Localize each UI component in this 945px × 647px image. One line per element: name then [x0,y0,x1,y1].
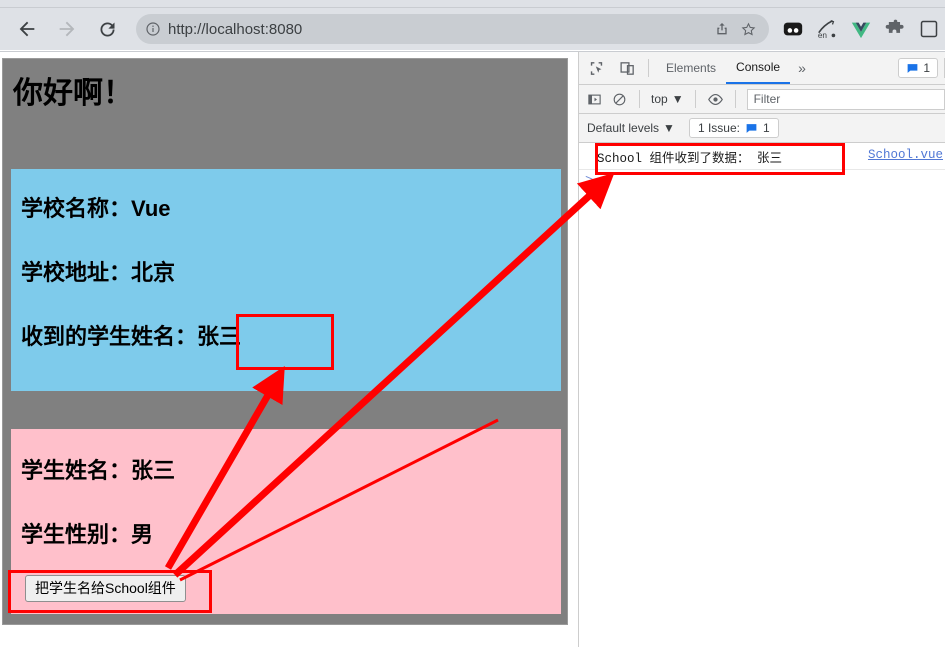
student-component-panel: 学生姓名：张三 学生性别：男 把学生名给School组件 [11,429,561,614]
inspect-element-icon[interactable] [582,54,610,82]
tab-elements[interactable]: Elements [656,52,726,84]
issue-message-icon [907,63,918,73]
school-received-name-value: 张三 [197,324,242,350]
console-output[interactable]: School 组件收到了数据： 张三 School.vue > [579,143,945,647]
app-container: 你好啊！ 学校名称：Vue 学校地址：北京 收到的学生姓名：张三 学生姓名：张三… [2,58,568,625]
forward-button[interactable] [50,12,84,46]
chevron-down-icon: ▼ [671,92,684,106]
reload-button[interactable] [90,12,124,46]
issue-message-icon [746,123,757,133]
school-received-name-row: 收到的学生姓名：张三 [11,285,561,349]
site-info-icon[interactable] [140,16,166,42]
live-expression-eye-icon[interactable] [703,87,728,112]
student-name-row: 学生姓名：张三 [21,458,176,483]
issues-summary-count: 1 [762,121,770,135]
svg-text:en: en [818,31,828,40]
reload-icon [100,21,114,36]
issues-chip-count: 1 [923,61,930,75]
console-prompt[interactable]: > [579,170,945,192]
console-prompt-caret: > [585,173,594,189]
console-sidebar-icon[interactable] [582,87,607,112]
extension-icons: en [775,8,945,50]
console-log-text: School 组件收到了数据： 张三 [597,151,783,166]
share-icon[interactable] [709,16,735,42]
vue-devtools-icon[interactable] [845,13,877,45]
forward-arrow-icon [59,21,75,37]
address-bar[interactable]: http://localhost:8080 [136,14,769,44]
translate-extension-icon[interactable]: en [811,13,843,45]
student-gender-row: 学生性别：男 [21,522,154,548]
console-toolbar-divider-2 [694,90,696,108]
devtools-panel: Elements Console » 1 top ▼ Filter Defaul… [578,51,945,647]
issues-summary-button[interactable]: 1 Issue: 1 [688,118,779,138]
device-toolbar-icon[interactable] [613,54,641,82]
send-student-name-button[interactable]: 把学生名给School组件 [25,575,186,603]
screenshot-root: http://localhost:8080 en 你好啊！ 学校名称：Vue 学… [0,0,945,647]
page-viewport: 你好啊！ 学校名称：Vue 学校地址：北京 收到的学生姓名：张三 学生姓名：张三… [0,51,578,647]
browser-toolbar: http://localhost:8080 en [0,8,945,50]
page-title: 你好啊！ [13,77,133,110]
console-log-entry[interactable]: School 组件收到了数据： 张三 School.vue [579,143,945,170]
tab-console[interactable]: Console [726,52,791,84]
school-address-row: 学校地址：北京 [21,260,176,286]
clear-console-icon[interactable] [607,87,632,112]
school-received-name-label: 收到的学生姓名： [21,324,198,350]
console-log-source-link[interactable]: School.vue [868,148,943,162]
school-name-row: 学校名称：Vue [21,196,171,221]
issues-count-chip[interactable]: 1 [898,58,938,78]
log-levels-selector[interactable]: Default levels ▼ [587,121,675,135]
back-arrow-icon [19,21,35,37]
tab-strip-edge [0,0,945,8]
issues-summary-label: 1 Issue: [697,121,740,135]
execution-context-label: top [651,92,668,106]
more-tabs-icon[interactable]: » [790,52,814,84]
address-bar-url[interactable]: http://localhost:8080 [166,21,709,38]
star-icon[interactable] [735,16,761,42]
console-levels-bar: Default levels ▼ 1 Issue: 1 [579,114,945,143]
console-toolbar-divider-1 [639,90,640,108]
console-toolbar-divider-3 [734,90,736,108]
school-component-panel: 学校名称：Vue 学校地址：北京 收到的学生姓名：张三 [11,169,561,391]
devtools-tabbar: Elements Console » 1 [579,52,945,85]
log-levels-label: Default levels [587,121,660,135]
execution-context-selector[interactable]: top ▼ [647,92,688,106]
puzzle-extensions-icon[interactable] [879,13,911,45]
console-toolbar: top ▼ Filter [579,85,945,114]
back-button[interactable] [10,12,44,46]
toolbar-divider [648,59,649,77]
extension-dark-square-icon[interactable] [777,13,809,45]
console-filter-input[interactable]: Filter [746,88,945,110]
chevron-down-icon: ▼ [663,121,675,135]
browser-profile-icon[interactable] [913,13,945,45]
